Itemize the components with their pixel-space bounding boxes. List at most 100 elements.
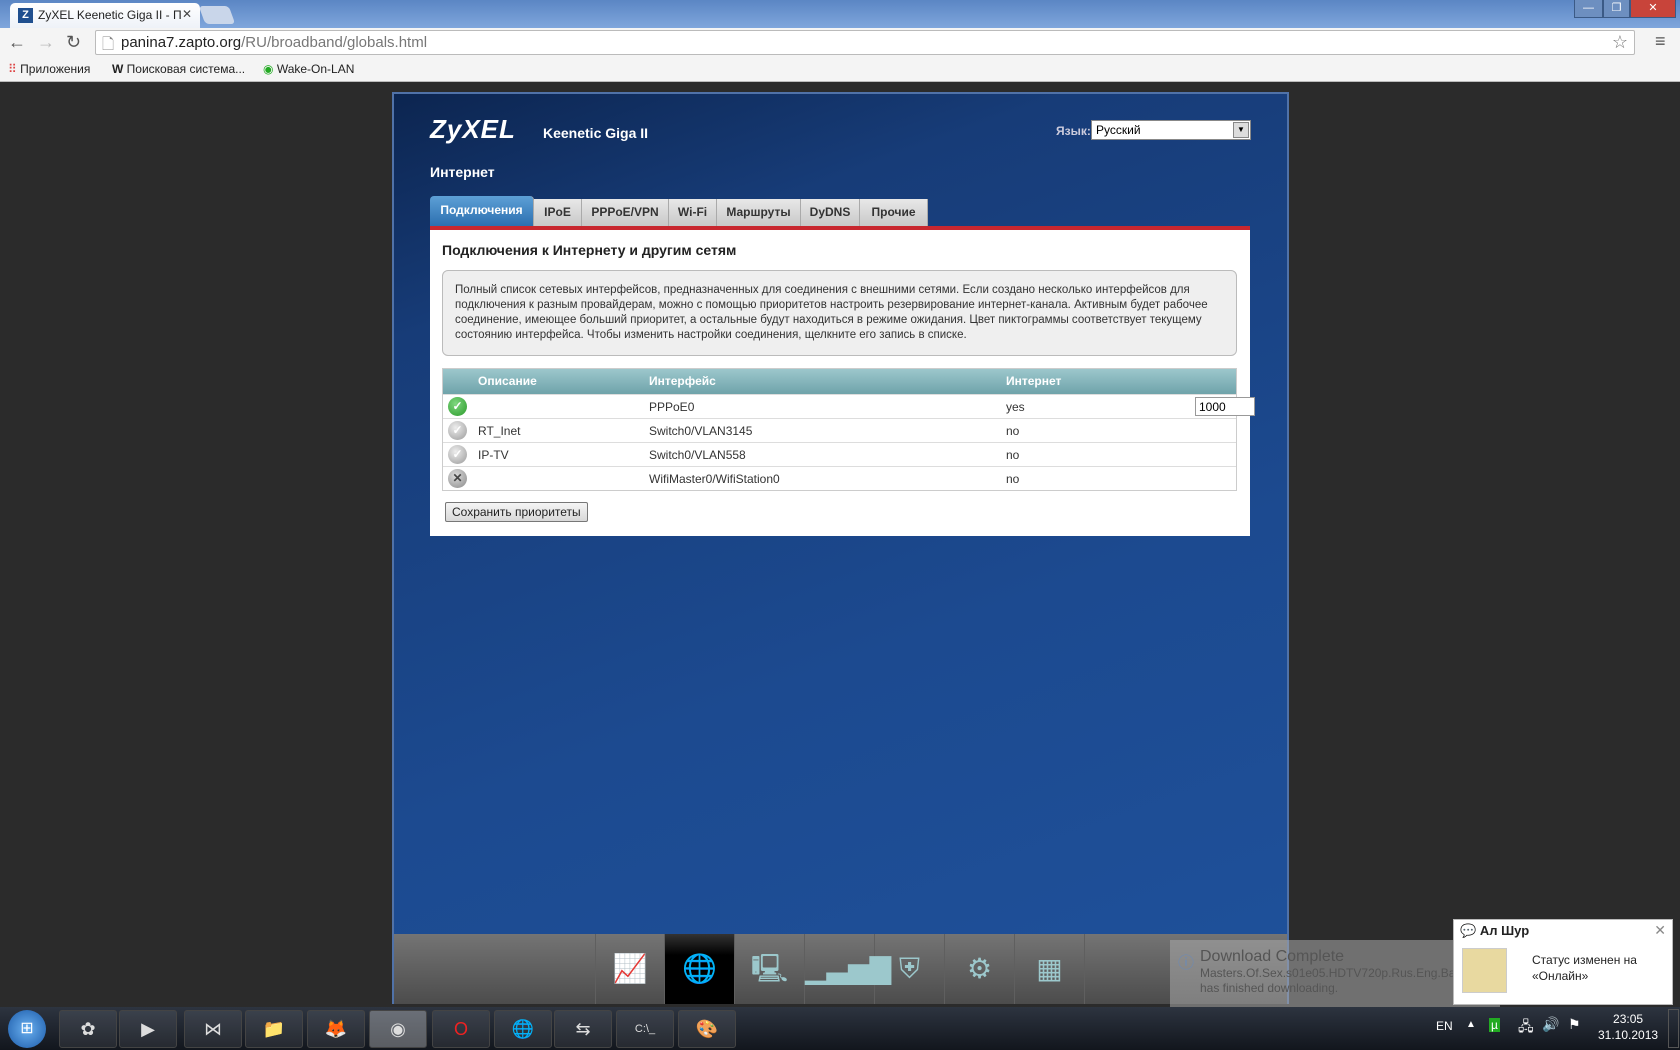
table-row[interactable]: ✓ PPPoE0 yes <box>443 394 1255 418</box>
browser-toolbar: ← → ↻ 🗋 panina7.zapto.org/RU/broadband/g… <box>0 28 1680 58</box>
save-priorities-button[interactable]: Сохранить приоритеты <box>445 502 588 522</box>
content-panel: Подключения к Интернету и другим сетям П… <box>430 230 1255 536</box>
chat-name: Ал Шур <box>1479 923 1530 938</box>
bookmark-apps[interactable]: ⠿ Приложения <box>8 62 90 76</box>
back-icon[interactable]: ← <box>8 32 26 53</box>
network-icon[interactable]: 🖧 <box>1518 1016 1534 1040</box>
firefox-icon[interactable]: 🦊 <box>307 1010 365 1048</box>
row-description: RT_Inet <box>478 424 521 438</box>
tab-connections[interactable]: Подключения <box>430 196 534 226</box>
row-interface: WifiMaster0/WifiStation0 <box>649 472 780 486</box>
tab-dydns[interactable]: DyDNS <box>801 199 860 226</box>
talk-icon: 💬 <box>1460 923 1477 938</box>
status-idle-icon: ✓ <box>448 445 467 464</box>
language-label: Язык: <box>1056 124 1091 138</box>
clock[interactable]: 23:05 31.10.2013 <box>1598 1011 1658 1043</box>
row-internet: no <box>1006 472 1020 486</box>
browser-tab[interactable]: Z ZyXEL Keenetic Giga II - П ✕ <box>10 3 200 28</box>
show-desktop-button[interactable] <box>1668 1009 1679 1048</box>
taskbar: ⊞ ✿ ▶ ⋈ 📁 🦊 ◉ O 🌐 ⇆ C:\_ 🎨 EN ▲ µ 🖧 🔊 ⚑ … <box>0 1007 1680 1050</box>
icq-icon[interactable]: ✿ <box>59 1010 117 1048</box>
col-interface: Интерфейс <box>649 374 716 388</box>
browser-globe-icon[interactable]: 🌐 <box>494 1010 552 1048</box>
table-row[interactable]: ✓ RT_Inet Switch0/VLAN3145 no <box>443 418 1236 442</box>
bottom-nav: 📈 🌐 🖳 ▁▃▅▇ ⛨ ⚙ ▦ <box>394 934 1287 1004</box>
media-player-icon[interactable]: ▶ <box>119 1010 177 1048</box>
start-button[interactable]: ⊞ <box>8 1010 46 1048</box>
model-name: Keenetic Giga II <box>543 125 649 141</box>
info-icon: ⓘ <box>1178 955 1195 972</box>
apps-icon[interactable]: ▦ <box>1015 934 1085 1004</box>
address-bar[interactable]: 🗋 panina7.zapto.org/RU/broadband/globals… <box>95 30 1635 55</box>
security-shield-icon[interactable]: ⛨ <box>875 934 945 1004</box>
table-row[interactable]: ✕ WifiMaster0/WifiStation0 no <box>443 466 1236 490</box>
tab-wifi[interactable]: Wi-Fi <box>669 199 717 226</box>
language-value: Русский <box>1096 123 1141 137</box>
system-gear-icon[interactable]: ⚙ <box>945 934 1015 1004</box>
download-notification[interactable]: ⓘ Download Complete Masters.Of.Sex.s01e0… <box>1170 940 1523 1007</box>
close-icon[interactable]: ✕ <box>1654 922 1666 939</box>
opera-icon[interactable]: O <box>432 1010 490 1048</box>
paint-icon[interactable]: 🎨 <box>678 1010 736 1048</box>
menu-icon[interactable]: ≡ <box>1655 31 1666 52</box>
tab-title: ZyXEL Keenetic Giga II - П <box>38 8 182 22</box>
explorer-icon[interactable]: 📁 <box>245 1010 303 1048</box>
url-host: panina7.zapto.org <box>121 34 242 51</box>
col-internet: Интернет <box>1006 374 1062 388</box>
time: 23:05 <box>1613 1012 1644 1026</box>
w-icon: W <box>112 62 124 76</box>
row-internet: yes <box>1006 400 1025 414</box>
router-panel: ZyXEL Keenetic Giga II Язык: Русский ▼ Ин… <box>392 92 1289 1004</box>
close-window-button[interactable]: ✕ <box>1630 0 1676 18</box>
bookmark-wol[interactable]: ◉ Wake-On-LAN <box>263 62 354 76</box>
row-interface: PPPoE0 <box>649 400 695 414</box>
cmd-icon[interactable]: C:\_ <box>616 1010 674 1048</box>
row-internet: no <box>1006 424 1020 438</box>
bookmarks-bar: ⠿ Приложения W Поисковая система... ◉ Wa… <box>0 58 1680 82</box>
bookmark-search[interactable]: W Поисковая система... <box>112 62 245 76</box>
volume-icon[interactable]: 🔊 <box>1542 1016 1559 1033</box>
url-path: /RU/broadband/globals.html <box>241 34 428 51</box>
chat-notification[interactable]: 💬 Ал Шур ✕ Статус изменен на «Онлайн» <box>1453 919 1673 1005</box>
col-description: Описание <box>478 374 537 388</box>
reload-icon[interactable]: ↻ <box>66 32 81 53</box>
action-center-flag-icon[interactable]: ⚑ <box>1568 1016 1581 1033</box>
row-internet: no <box>1006 448 1020 462</box>
tray-expand-icon[interactable]: ▲ <box>1466 1019 1476 1030</box>
language-select[interactable]: Русский ▼ <box>1091 120 1251 140</box>
avatar <box>1462 948 1507 993</box>
tab-routes[interactable]: Маршруты <box>717 199 801 226</box>
language-indicator[interactable]: EN <box>1436 1019 1453 1033</box>
page-icon: 🗋 <box>102 36 115 53</box>
table-row[interactable]: ✓ IP-TV Switch0/VLAN558 no <box>443 442 1236 466</box>
new-tab-button[interactable] <box>198 6 236 24</box>
tab-pppoe-vpn[interactable]: PPPoE/VPN <box>582 199 669 226</box>
connections-table: Описание Интерфейс Интернет ✓ PPPoE0 yes… <box>442 368 1255 491</box>
restore-button[interactable]: ❐ <box>1603 0 1630 18</box>
status-off-icon: ✕ <box>448 469 467 488</box>
wol-icon: ◉ <box>263 62 274 76</box>
chrome-icon[interactable]: ◉ <box>369 1010 427 1048</box>
tab-other[interactable]: Прочие <box>860 199 928 226</box>
forward-icon[interactable]: → <box>37 32 55 53</box>
bookmark-label: Приложения <box>20 62 91 76</box>
close-tab-icon[interactable]: ✕ <box>182 7 192 21</box>
star-icon[interactable]: ☆ <box>1612 32 1628 53</box>
utorrent-icon[interactable]: µ <box>1489 1018 1500 1032</box>
wifi-signal-icon[interactable]: ▁▃▅▇ <box>805 934 891 1004</box>
home-network-icon[interactable]: 🖳 <box>735 934 805 1004</box>
status-idle-icon: ✓ <box>448 421 467 440</box>
table-header: Описание Интерфейс Интернет <box>443 369 1236 394</box>
row-interface: Switch0/VLAN3145 <box>649 424 753 438</box>
minimize-button[interactable]: — <box>1574 0 1603 18</box>
priority-input[interactable] <box>1195 397 1255 416</box>
zyxel-favicon: Z <box>18 8 33 23</box>
teamviewer-icon[interactable]: ⇆ <box>554 1010 612 1048</box>
bookmark-label: Wake-On-LAN <box>276 62 355 76</box>
page-background: ZyXEL Keenetic Giga II Язык: Русский ▼ Ин… <box>0 82 1680 1007</box>
internet-globe-icon[interactable]: 🌐 <box>665 934 735 1004</box>
info-box: Полный список сетевых интерфейсов, предн… <box>442 270 1237 356</box>
monitor-icon[interactable]: 📈 <box>595 934 665 1004</box>
visual-studio-icon[interactable]: ⋈ <box>184 1010 242 1048</box>
tab-ipoe[interactable]: IPoE <box>534 199 582 226</box>
